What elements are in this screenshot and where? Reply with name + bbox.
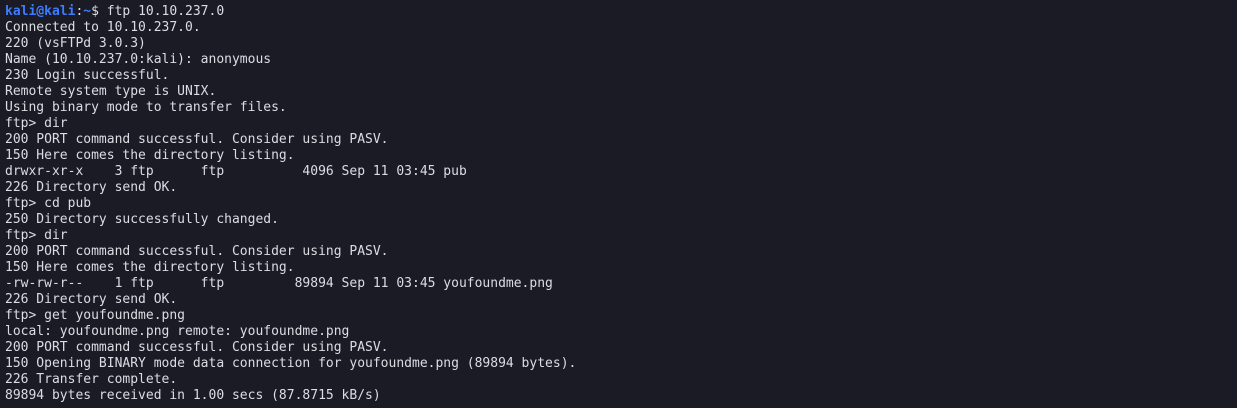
output-line: 150 Opening BINARY mode data connection … [5,356,577,371]
output-line: 230 Login successful. [5,68,170,83]
output-line: Name (10.10.237.0:kali): anonymous [5,52,272,67]
output-line: 226 Directory send OK. [5,180,178,195]
output-line: ftp> cd pub [5,196,92,211]
output-line: drwxr-xr-x 3 ftp ftp 4096 Sep 11 03:45 p… [5,164,467,179]
output-line: 200 PORT command successful. Consider us… [5,340,389,355]
output-line: Using binary mode to transfer files. [5,100,287,115]
output-line: ftp> dir [5,116,68,131]
output-line: 150 Here comes the directory listing. [5,148,295,163]
shell-prompt-line: kali@kali:~$ ftp 10.10.237.0 [5,4,1237,20]
output-line: 200 PORT command successful. Consider us… [5,244,389,259]
output-line: 226 Transfer complete. [5,372,178,387]
prompt-path: ~ [83,4,92,19]
output-line: Connected to 10.10.237.0. [5,20,201,35]
output-line: ftp> get youfoundme.png [5,308,186,323]
output-line: -rw-rw-r-- 1 ftp ftp 89894 Sep 11 03:45 … [5,276,553,291]
output-line: Remote system type is UNIX. [5,84,217,99]
output-line: 89894 bytes received in 1.00 secs (87.87… [5,388,381,403]
output-line: 200 PORT command successful. Consider us… [5,132,389,147]
output-line: 150 Here comes the directory listing. [5,260,295,275]
prompt-symbol: $ [91,4,107,19]
output-line: 250 Directory successfully changed. [5,212,279,227]
output-line: 226 Directory send OK. [5,292,178,307]
output-line: local: youfoundme.png remote: youfoundme… [5,324,350,339]
output-line: ftp> dir [5,228,68,243]
prompt-command: ftp 10.10.237.0 [106,4,225,19]
output-line: 220 (vsFTPd 3.0.3) [5,36,146,51]
prompt-user-host: kali@kali [5,4,76,19]
terminal-output[interactable]: kali@kali:~$ ftp 10.10.237.0 Connected t… [0,0,1237,408]
